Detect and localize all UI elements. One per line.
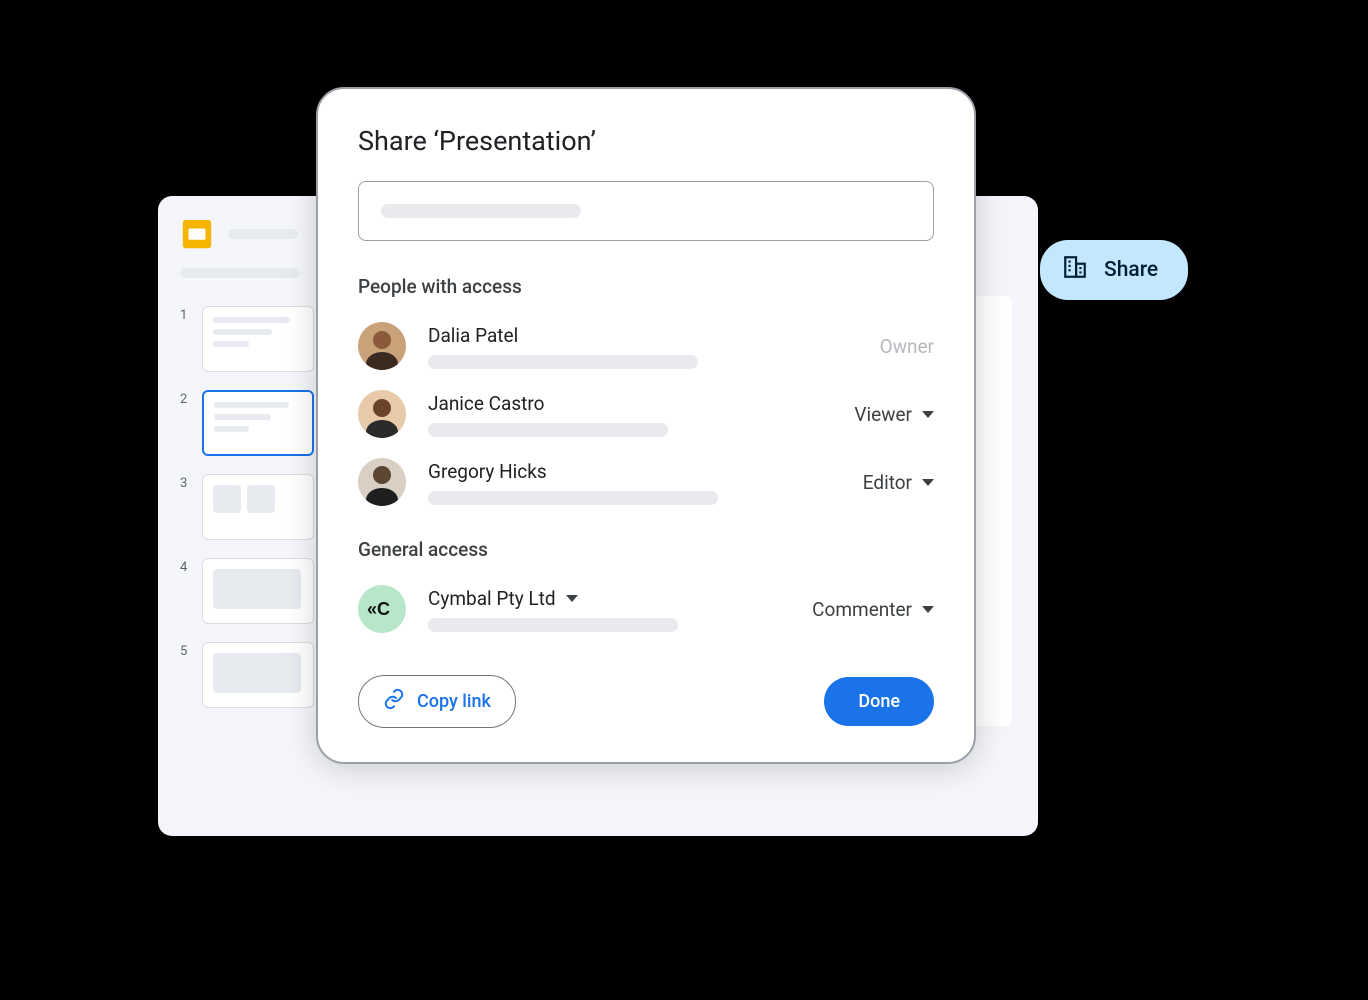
chevron-down-icon [922, 606, 934, 613]
role-dropdown[interactable]: Commenter [812, 598, 934, 621]
share-chip-label: Share [1104, 258, 1158, 282]
thumb-number: 1 [180, 306, 192, 323]
copy-link-label: Copy link [417, 691, 491, 712]
chevron-down-icon [922, 411, 934, 418]
role-label: Editor [863, 471, 912, 494]
share-button-chip[interactable]: Share [1040, 240, 1188, 300]
thumb-number: 4 [180, 558, 192, 575]
thumb-number: 5 [180, 642, 192, 659]
avatar [358, 458, 406, 506]
input-placeholder-bar [381, 204, 581, 218]
person-row: Janice Castro Viewer [358, 380, 934, 448]
thumb-number: 2 [180, 390, 192, 407]
link-icon [383, 688, 405, 715]
email-placeholder [428, 491, 718, 505]
building-icon [1062, 254, 1088, 286]
person-name: Gregory Hicks [428, 460, 841, 483]
role-dropdown[interactable]: Editor [863, 471, 934, 494]
toolbar-placeholder [180, 268, 300, 278]
dialog-title: Share ‘Presentation’ [358, 125, 934, 157]
org-name: Cymbal Pty Ltd [428, 587, 556, 610]
email-placeholder [428, 423, 668, 437]
done-label: Done [858, 691, 900, 712]
copy-link-button[interactable]: Copy link [358, 675, 516, 728]
slide-thumbnail-selected[interactable] [202, 390, 314, 456]
role-label-owner: Owner [880, 335, 934, 358]
person-name: Dalia Patel [428, 324, 858, 347]
person-row: Gregory Hicks Editor [358, 448, 934, 516]
done-button[interactable]: Done [824, 677, 934, 726]
share-dialog: Share ‘Presentation’ People with access … [316, 87, 976, 764]
avatar [358, 390, 406, 438]
doc-title-placeholder [228, 229, 298, 239]
general-section-label: General access [358, 538, 934, 561]
slide-thumbnail[interactable] [202, 474, 314, 540]
person-name: Janice Castro [428, 392, 832, 415]
chevron-down-icon [922, 479, 934, 486]
role-label: Commenter [812, 598, 912, 621]
people-input[interactable] [358, 181, 934, 241]
slide-thumbnail[interactable] [202, 558, 314, 624]
chevron-down-icon [566, 595, 578, 602]
svg-text:«C: «C [367, 599, 390, 619]
avatar [358, 322, 406, 370]
org-scope-dropdown[interactable]: Cymbal Pty Ltd [428, 587, 578, 610]
email-placeholder [428, 355, 698, 369]
thumb-number: 3 [180, 474, 192, 491]
general-access-row: «C Cymbal Pty Ltd Commenter [358, 575, 934, 643]
role-dropdown[interactable]: Viewer [854, 403, 934, 426]
role-label: Viewer [854, 403, 912, 426]
slides-logo-icon [180, 219, 214, 249]
person-row: Dalia Patel Owner [358, 312, 934, 380]
slide-thumbnail[interactable] [202, 306, 314, 372]
people-section-label: People with access [358, 275, 934, 298]
org-desc-placeholder [428, 618, 678, 632]
slide-thumbnail[interactable] [202, 642, 314, 708]
org-avatar: «C [358, 585, 406, 633]
